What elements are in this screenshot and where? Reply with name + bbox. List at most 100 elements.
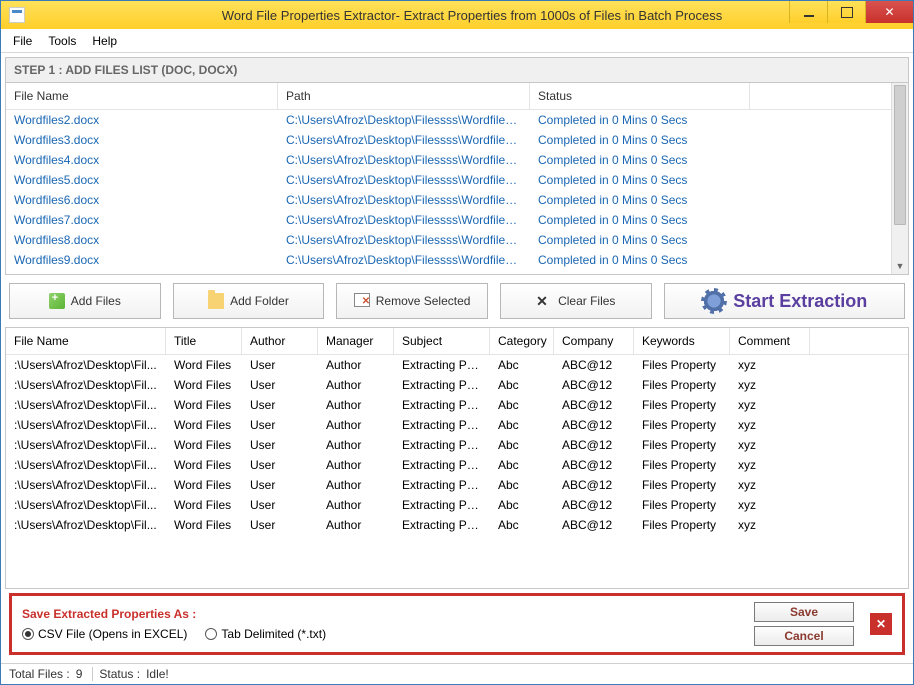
pcol-manager[interactable]: Manager bbox=[318, 328, 394, 354]
pcell-company: ABC@12 bbox=[554, 415, 634, 435]
pcell-keywords: Files Property bbox=[634, 515, 730, 535]
file-name-cell[interactable]: Wordfiles7.docx bbox=[6, 210, 278, 230]
pcol-title[interactable]: Title bbox=[166, 328, 242, 354]
pcell-company: ABC@12 bbox=[554, 395, 634, 415]
files-scrollbar[interactable]: ▲ ▼ bbox=[891, 83, 908, 274]
status-status-label: Status : bbox=[92, 667, 140, 681]
close-panel-button[interactable]: ✕ bbox=[870, 613, 892, 635]
radio-off-icon bbox=[205, 628, 217, 640]
property-row[interactable]: :\Users\Afroz\Desktop\Fil...Word FilesUs… bbox=[6, 415, 908, 435]
file-spacer-cell bbox=[750, 170, 908, 190]
remove-selected-label: Remove Selected bbox=[376, 294, 471, 308]
clear-files-button[interactable]: Clear Files bbox=[500, 283, 652, 319]
property-row[interactable]: :\Users\Afroz\Desktop\Fil...Word FilesUs… bbox=[6, 355, 908, 375]
pcell-file: :\Users\Afroz\Desktop\Fil... bbox=[6, 355, 166, 375]
radio-csv[interactable]: CSV File (Opens in EXCEL) bbox=[22, 627, 187, 641]
file-row[interactable]: Wordfiles5.docxC:\Users\Afroz\Desktop\Fi… bbox=[6, 170, 908, 190]
file-path-cell[interactable]: C:\Users\Afroz\Desktop\Filessss\Wordfile… bbox=[278, 230, 530, 250]
add-files-button[interactable]: Add Files bbox=[9, 283, 161, 319]
file-row[interactable]: Wordfiles6.docxC:\Users\Afroz\Desktop\Fi… bbox=[6, 190, 908, 210]
titlebar[interactable]: Word File Properties Extractor- Extract … bbox=[1, 1, 913, 29]
file-path-cell[interactable]: C:\Users\Afroz\Desktop\Filessss\Wordfile… bbox=[278, 190, 530, 210]
file-path-cell[interactable]: C:\Users\Afroz\Desktop\Filessss\Wordfile… bbox=[278, 210, 530, 230]
pcell-subject: Extracting Pro... bbox=[394, 495, 490, 515]
scroll-down-icon[interactable]: ▼ bbox=[892, 257, 908, 274]
property-row[interactable]: :\Users\Afroz\Desktop\Fil...Word FilesUs… bbox=[6, 435, 908, 455]
file-path-cell[interactable]: C:\Users\Afroz\Desktop\Filessss\Wordfile… bbox=[278, 150, 530, 170]
start-extraction-button[interactable]: Start Extraction bbox=[664, 283, 905, 319]
file-row[interactable]: Wordfiles7.docxC:\Users\Afroz\Desktop\Fi… bbox=[6, 210, 908, 230]
remove-selected-button[interactable]: Remove Selected bbox=[336, 283, 488, 319]
file-name-cell[interactable]: Wordfiles5.docx bbox=[6, 170, 278, 190]
minimize-button[interactable] bbox=[789, 1, 827, 23]
pcell-file: :\Users\Afroz\Desktop\Fil... bbox=[6, 435, 166, 455]
file-spacer-cell bbox=[750, 150, 908, 170]
status-total-label: Total Files : bbox=[9, 667, 70, 681]
file-row[interactable]: Wordfiles9.docxC:\Users\Afroz\Desktop\Fi… bbox=[6, 250, 908, 270]
file-status-cell: Completed in 0 Mins 0 Secs bbox=[530, 250, 750, 270]
pcell-keywords: Files Property bbox=[634, 435, 730, 455]
property-row[interactable]: :\Users\Afroz\Desktop\Fil...Word FilesUs… bbox=[6, 455, 908, 475]
file-row[interactable]: Wordfiles8.docxC:\Users\Afroz\Desktop\Fi… bbox=[6, 230, 908, 250]
menu-tools[interactable]: Tools bbox=[48, 34, 76, 48]
save-button[interactable]: Save bbox=[754, 602, 854, 622]
col-status[interactable]: Status bbox=[530, 83, 750, 109]
pcell-category: Abc bbox=[490, 455, 554, 475]
menu-file[interactable]: File bbox=[13, 34, 32, 48]
pcell-author: User bbox=[242, 475, 318, 495]
scroll-thumb[interactable] bbox=[894, 85, 906, 225]
pcol-keywords[interactable]: Keywords bbox=[634, 328, 730, 354]
pcell-file: :\Users\Afroz\Desktop\Fil... bbox=[6, 395, 166, 415]
pcell-keywords: Files Property bbox=[634, 415, 730, 435]
pcol-comment[interactable]: Comment bbox=[730, 328, 810, 354]
file-status-cell: Completed in 0 Mins 0 Secs bbox=[530, 130, 750, 150]
property-row[interactable]: :\Users\Afroz\Desktop\Fil...Word FilesUs… bbox=[6, 375, 908, 395]
file-name-cell[interactable]: Wordfiles2.docx bbox=[6, 110, 278, 130]
pcell-file: :\Users\Afroz\Desktop\Fil... bbox=[6, 415, 166, 435]
file-name-cell[interactable]: Wordfiles4.docx bbox=[6, 150, 278, 170]
pcol-author[interactable]: Author bbox=[242, 328, 318, 354]
cancel-button[interactable]: Cancel bbox=[754, 626, 854, 646]
menu-help[interactable]: Help bbox=[92, 34, 117, 48]
pcol-file[interactable]: File Name bbox=[6, 328, 166, 354]
file-name-cell[interactable]: Wordfiles9.docx bbox=[6, 250, 278, 270]
pcell-subject: Extracting Pro... bbox=[394, 415, 490, 435]
add-folder-button[interactable]: Add Folder bbox=[173, 283, 325, 319]
radio-tab[interactable]: Tab Delimited (*.txt) bbox=[205, 627, 326, 641]
pcell-category: Abc bbox=[490, 515, 554, 535]
pcell-subject: Extracting Pro... bbox=[394, 515, 490, 535]
file-path-cell[interactable]: C:\Users\Afroz\Desktop\Filessss\Wordfile… bbox=[278, 110, 530, 130]
col-path[interactable]: Path bbox=[278, 83, 530, 109]
pcell-author: User bbox=[242, 415, 318, 435]
pcell-manager: Author bbox=[318, 435, 394, 455]
file-name-cell[interactable]: Wordfiles6.docx bbox=[6, 190, 278, 210]
col-file-name[interactable]: File Name bbox=[6, 83, 278, 109]
pcell-author: User bbox=[242, 455, 318, 475]
file-name-cell[interactable]: Wordfiles8.docx bbox=[6, 230, 278, 250]
pcol-company[interactable]: Company bbox=[554, 328, 634, 354]
property-row[interactable]: :\Users\Afroz\Desktop\Fil...Word FilesUs… bbox=[6, 475, 908, 495]
close-button[interactable] bbox=[865, 1, 913, 23]
pcell-keywords: Files Property bbox=[634, 355, 730, 375]
file-row[interactable]: Wordfiles3.docxC:\Users\Afroz\Desktop\Fi… bbox=[6, 130, 908, 150]
properties-grid: File Name Title Author Manager Subject C… bbox=[5, 327, 909, 589]
file-path-cell[interactable]: C:\Users\Afroz\Desktop\Filessss\Wordfile… bbox=[278, 130, 530, 150]
file-path-cell[interactable]: C:\Users\Afroz\Desktop\Filessss\Wordfile… bbox=[278, 250, 530, 270]
pcol-subject[interactable]: Subject bbox=[394, 328, 490, 354]
pcell-file: :\Users\Afroz\Desktop\Fil... bbox=[6, 515, 166, 535]
pcell-category: Abc bbox=[490, 495, 554, 515]
property-row[interactable]: :\Users\Afroz\Desktop\Fil...Word FilesUs… bbox=[6, 515, 908, 535]
pcell-manager: Author bbox=[318, 455, 394, 475]
file-name-cell[interactable]: Wordfiles3.docx bbox=[6, 130, 278, 150]
pcell-category: Abc bbox=[490, 435, 554, 455]
file-row[interactable]: Wordfiles2.docxC:\Users\Afroz\Desktop\Fi… bbox=[6, 110, 908, 130]
status-status-value: Idle! bbox=[146, 667, 169, 681]
remove-icon bbox=[354, 293, 370, 309]
file-row[interactable]: Wordfiles4.docxC:\Users\Afroz\Desktop\Fi… bbox=[6, 150, 908, 170]
pcol-category[interactable]: Category bbox=[490, 328, 554, 354]
maximize-button[interactable] bbox=[827, 1, 865, 23]
property-row[interactable]: :\Users\Afroz\Desktop\Fil...Word FilesUs… bbox=[6, 495, 908, 515]
pcell-comment: xyz bbox=[730, 455, 810, 475]
property-row[interactable]: :\Users\Afroz\Desktop\Fil...Word FilesUs… bbox=[6, 395, 908, 415]
file-path-cell[interactable]: C:\Users\Afroz\Desktop\Filessss\Wordfile… bbox=[278, 170, 530, 190]
